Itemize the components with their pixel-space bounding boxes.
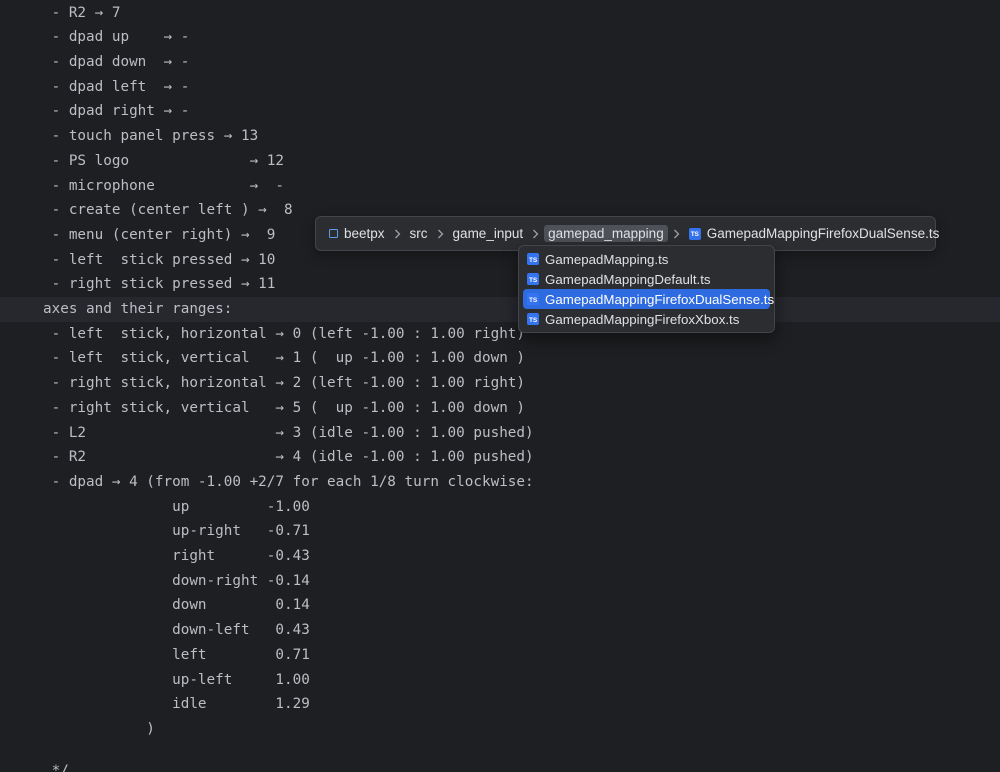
code-line: - dpad → 4 (from -1.00 +2/7 for each 1/8… (43, 473, 534, 490)
code-line: - dpad right → - (43, 103, 190, 120)
chevron-right-icon (532, 229, 539, 239)
chevron-right-icon (673, 229, 680, 239)
code-line: - left stick, vertical → 1 ( up -1.00 : … (43, 350, 526, 367)
file-list-popup: TS GamepadMapping.ts TS GamepadMappingDe… (518, 245, 775, 333)
code-line: - dpad down → - (43, 54, 190, 70)
file-name: GamepadMappingFirefoxDualSense.ts (545, 291, 775, 307)
code-line: - right stick, vertical → 5 ( up -1.00 :… (43, 399, 526, 416)
code-line: - L2 → 3 (idle -1.00 : 1.00 pushed) (43, 424, 534, 441)
breadcrumb-item-beetpx[interactable]: beetpx (329, 226, 385, 241)
code-line: - dpad left → - (43, 78, 190, 95)
code-line: right -0.43 (43, 548, 310, 564)
breadcrumb-label: GamepadMappingFirefoxDualSense.ts (706, 226, 940, 241)
breadcrumb-label: gamepad_mapping (548, 226, 664, 241)
breadcrumb-label: beetpx (344, 226, 385, 241)
breadcrumb-item-current-file[interactable]: TS GamepadMappingFirefoxDualSense.ts (688, 226, 940, 241)
ts-file-icon: TS (527, 273, 539, 285)
ts-file-icon: TS (527, 313, 539, 325)
code-line: */ (43, 763, 69, 772)
code-editor[interactable]: - R2 → 7 - dpad up → - - dpad down → - -… (0, 0, 1000, 772)
code-line: up -1.00 (43, 498, 310, 515)
ts-file-icon: TS (527, 253, 539, 265)
file-list-item-selected[interactable]: TS GamepadMappingFirefoxDualSense.ts (523, 289, 774, 309)
code-line: left 0.71 (43, 646, 310, 663)
code-line: up-left 1.00 (43, 671, 310, 688)
code-line: down-left 0.43 (43, 622, 310, 639)
code-line: up-right -0.71 (43, 523, 310, 540)
code-line: - dpad up → - (43, 29, 190, 46)
breadcrumb-label: src (409, 226, 428, 241)
chevron-right-icon (437, 229, 444, 239)
code-line: - left stick pressed → 10 (43, 251, 276, 268)
code-line: - right stick pressed → 11 (43, 276, 276, 293)
code-line: down-right -0.14 (43, 572, 310, 589)
module-icon (329, 229, 338, 238)
file-name: GamepadMappingDefault.ts (545, 271, 711, 287)
breadcrumb-item-src[interactable]: src (410, 226, 428, 241)
ts-file-icon: TS (527, 293, 539, 305)
code-line: - microphone → - (43, 177, 285, 194)
ts-file-icon: TS (688, 227, 701, 240)
code-line: - left stick, horizontal → 0 (left -1.00… (43, 325, 526, 342)
breadcrumb-item-gamepad-mapping[interactable]: gamepad_mapping (544, 225, 668, 242)
code-line: ) (43, 720, 155, 737)
code-line-current: axes and their ranges: (0, 297, 1000, 322)
breadcrumb-item-game-input[interactable]: game_input (453, 226, 524, 241)
file-list-item[interactable]: TS GamepadMappingFirefoxXbox.ts (523, 309, 770, 329)
code-line: - R2 → 7 (43, 4, 121, 21)
breadcrumb-label: game_input (452, 226, 524, 241)
code-line: idle 1.29 (43, 696, 310, 713)
code-line: - PS logo → 12 (43, 152, 285, 169)
code-line: - R2 → 4 (idle -1.00 : 1.00 pushed) (43, 449, 534, 466)
code-line: - touch panel press → 13 (43, 128, 259, 145)
code-line: - right stick, horizontal → 2 (left -1.0… (43, 375, 526, 392)
file-name: GamepadMappingFirefoxXbox.ts (545, 311, 740, 327)
chevron-right-icon (394, 229, 401, 239)
file-name: GamepadMapping.ts (545, 251, 669, 267)
file-list-item[interactable]: TS GamepadMapping.ts (523, 249, 770, 269)
code-line: down 0.14 (43, 597, 310, 614)
file-list-item[interactable]: TS GamepadMappingDefault.ts (523, 269, 770, 289)
